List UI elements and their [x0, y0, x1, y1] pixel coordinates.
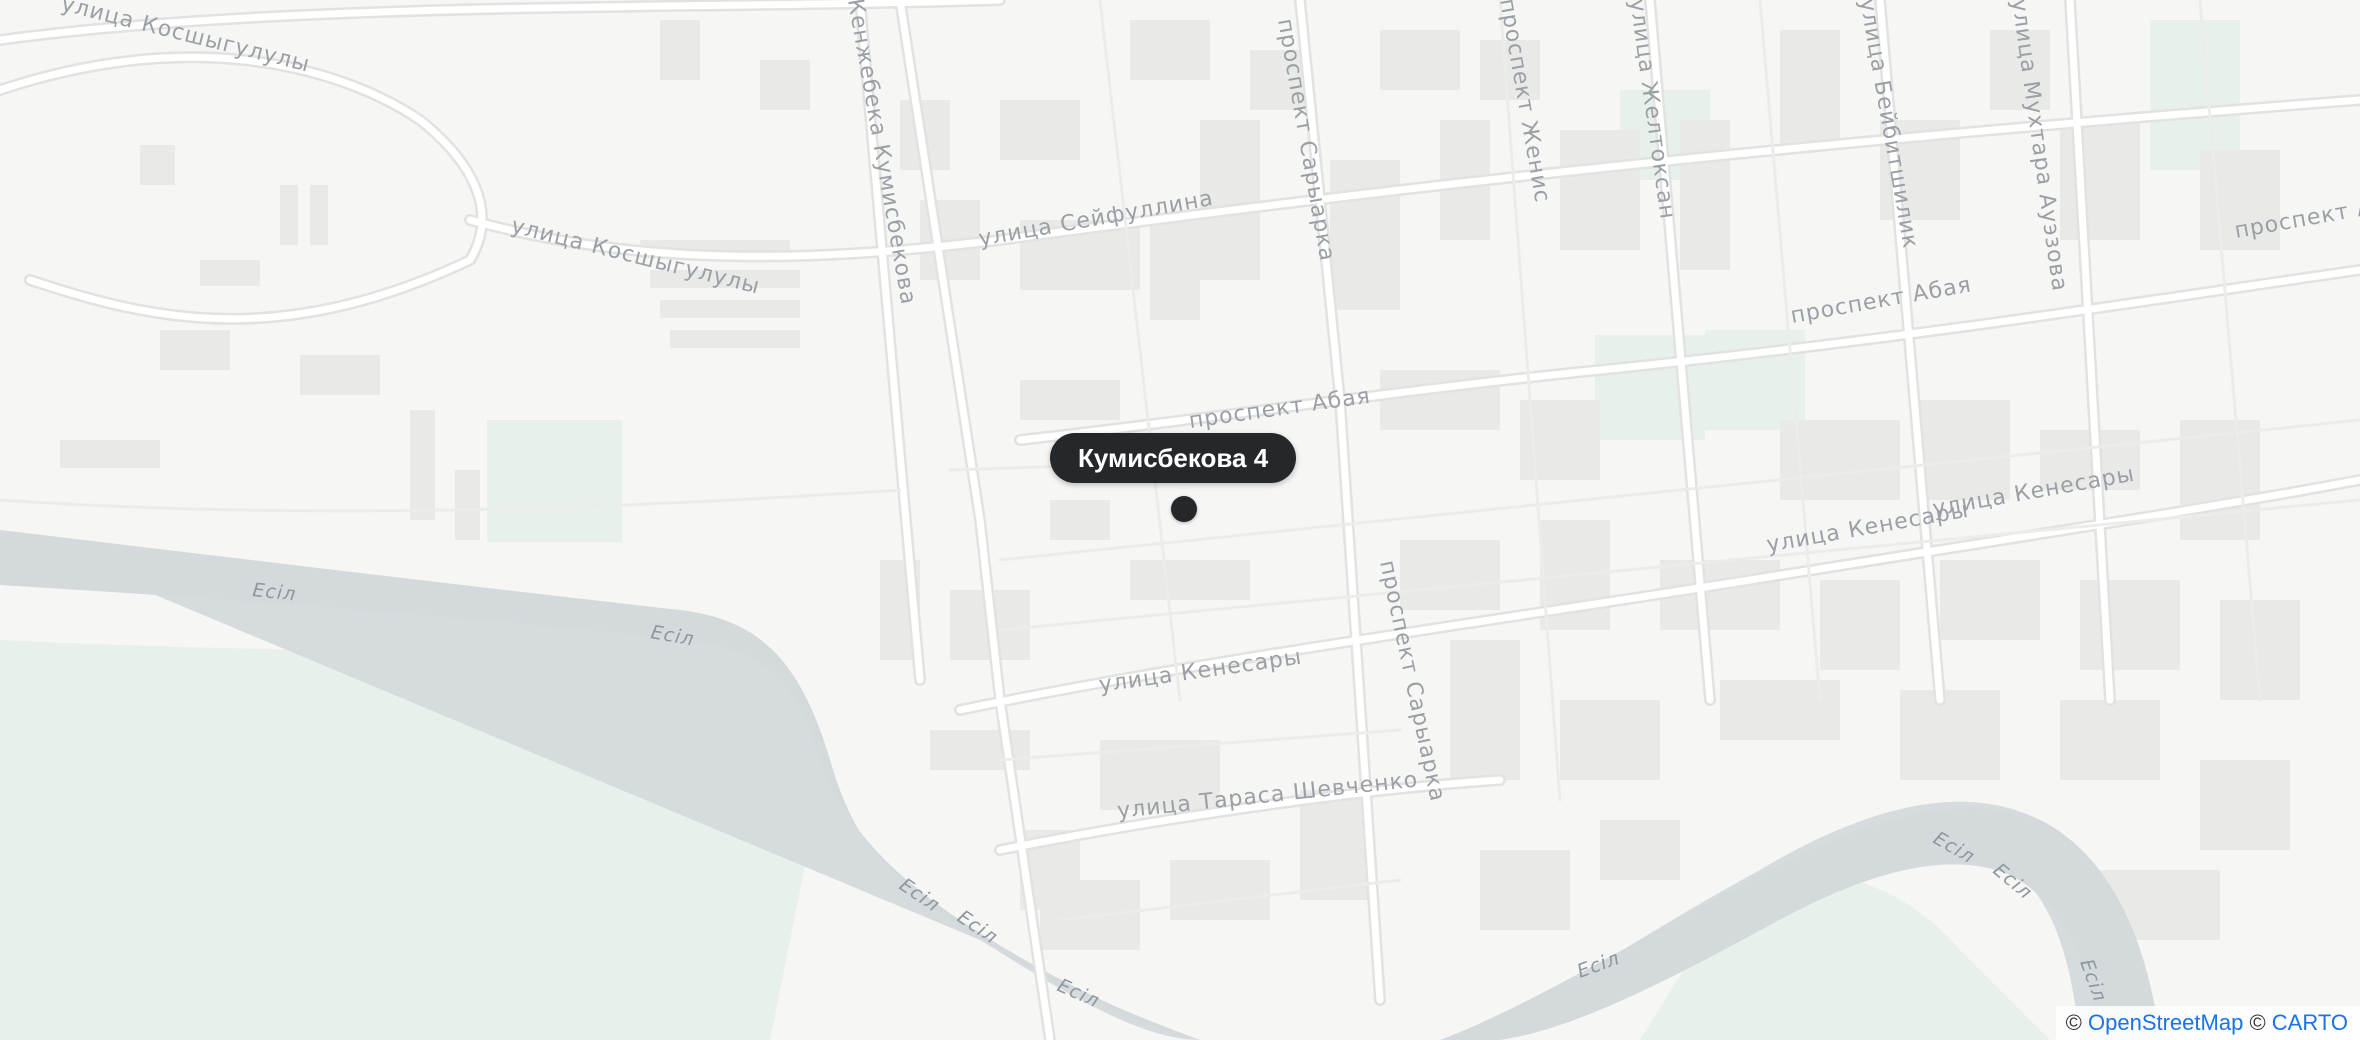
copyright-symbol: © — [2065, 1010, 2082, 1035]
map-view[interactable]: улица Косшыгулулы улица Косшыгулулы Кенж… — [0, 0, 2360, 1040]
location-dot-icon[interactable] — [1171, 496, 1197, 522]
location-marker-label[interactable]: Кумисбекова 4 — [1050, 433, 1297, 483]
openstreetmap-link[interactable]: OpenStreetMap — [2088, 1010, 2243, 1035]
carto-link[interactable]: CARTO — [2272, 1010, 2348, 1035]
river-label: Есіл — [251, 579, 297, 605]
map-attribution: © OpenStreetMap © CARTO — [2055, 1006, 2360, 1040]
copyright-symbol: © — [2249, 1010, 2266, 1035]
